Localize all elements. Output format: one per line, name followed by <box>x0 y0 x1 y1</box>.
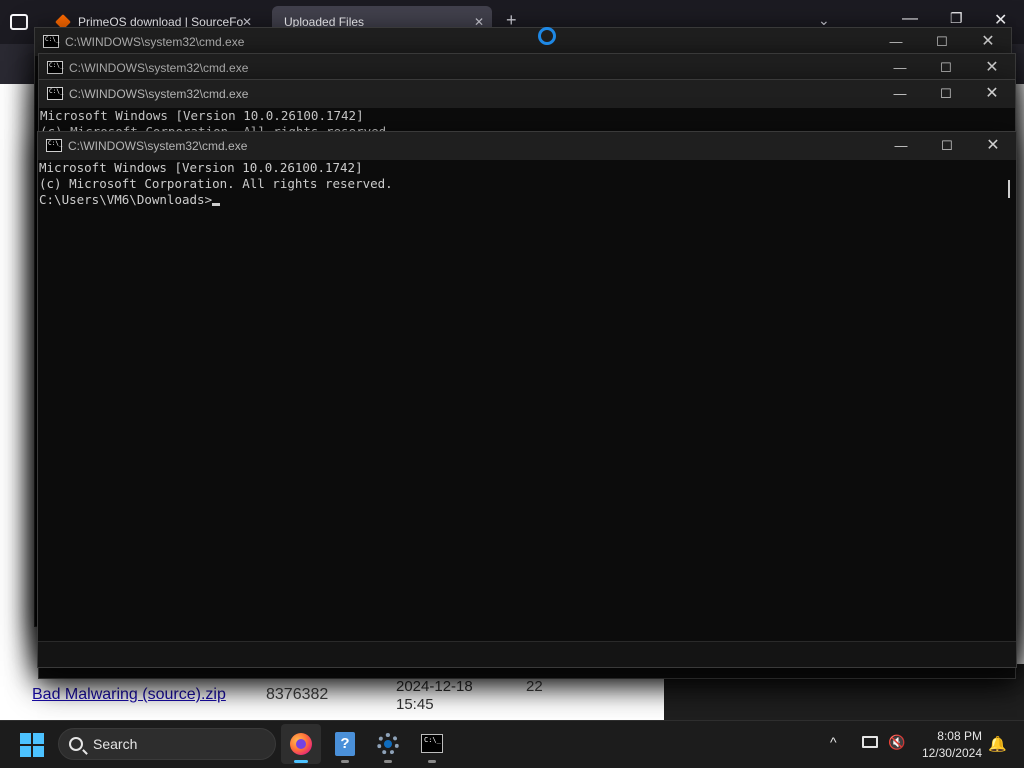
volume-muted-icon[interactable]: 🔇 <box>888 734 905 751</box>
running-indicator <box>294 760 308 763</box>
browser-maximize-button[interactable]: ❐ <box>950 10 963 27</box>
close-button[interactable]: ✕ <box>969 54 1015 82</box>
cmd-window-active[interactable]: C:\_ C:\WINDOWS\system32\cmd.exe — ☐ ✕ M… <box>37 131 1017 668</box>
help-icon: ? <box>335 732 355 756</box>
cmd-window-title: C:\WINDOWS\system32\cmd.exe <box>68 139 248 153</box>
maximize-button[interactable]: ☐ <box>923 80 969 108</box>
cmd-app-icon: C:\_ <box>47 61 63 74</box>
cmd-title-bar[interactable]: C:\_ C:\WINDOWS\system32\cmd.exe — ☐ ✕ <box>39 80 1015 108</box>
tab-list-icon[interactable] <box>10 14 28 30</box>
cmd-window-title: C:\WINDOWS\system32\cmd.exe <box>65 35 245 49</box>
file-size: 8376382 <box>266 686 329 703</box>
taskbar-firefox[interactable] <box>281 724 321 764</box>
cmd-app-icon: C:\_ <box>47 87 63 100</box>
minimize-button[interactable]: — <box>878 132 924 160</box>
file-date-day: 2024-12-18 <box>396 678 473 695</box>
console-line: Microsoft Windows [Version 10.0.26100.17… <box>40 108 364 123</box>
taskbar-help[interactable]: ? <box>325 724 365 764</box>
text-cursor <box>212 203 221 206</box>
console-line: Microsoft Windows [Version 10.0.26100.17… <box>39 160 363 175</box>
file-download-link[interactable]: Bad Malwaring (source).zip <box>32 686 226 704</box>
clock-date[interactable]: 12/30/2024 <box>906 746 982 760</box>
console-prompt-line[interactable]: C:\Users\VM6\Downloads> <box>39 192 1016 208</box>
cmd-window-title: C:\WINDOWS\system32\cmd.exe <box>69 61 249 75</box>
search-label: Search <box>93 736 138 752</box>
console-line: (c) Microsoft Corporation. All rights re… <box>39 176 393 191</box>
running-indicator <box>428 760 436 763</box>
console-prompt: C:\Users\VM6\Downloads> <box>39 192 213 207</box>
console-output[interactable]: Microsoft Windows [Version 10.0.26100.17… <box>38 160 1016 208</box>
taskbar-settings[interactable] <box>368 724 408 764</box>
minimize-button[interactable]: — <box>873 28 919 56</box>
file-download-count: 22 <box>526 678 543 695</box>
browser-minimize-button[interactable]: — <box>902 10 918 28</box>
close-button[interactable]: ✕ <box>969 80 1015 108</box>
maximize-button[interactable]: ☐ <box>923 54 969 82</box>
cmd-title-bar[interactable]: C:\_ C:\WINDOWS\system32\cmd.exe — ☐ ✕ <box>38 132 1016 160</box>
windows-logo-icon <box>20 733 31 744</box>
search-icon <box>69 737 83 751</box>
minimize-button[interactable]: — <box>877 54 923 82</box>
scrollbar-thumb[interactable] <box>1008 180 1010 198</box>
notification-bell-icon[interactable]: 🔔 <box>988 735 1007 753</box>
windows-logo-pane <box>33 733 44 744</box>
firefox-icon <box>290 733 312 755</box>
minimize-button[interactable]: — <box>877 80 923 108</box>
taskbar-terminal[interactable]: C:\_ <box>412 724 452 764</box>
running-indicator <box>341 760 349 763</box>
loading-ring-icon <box>538 27 556 45</box>
cmd-title-bar[interactable]: C:\_ C:\WINDOWS\system32\cmd.exe — ☐ ✕ <box>35 28 1011 56</box>
maximize-button[interactable]: ☐ <box>919 28 965 56</box>
cmd-app-icon: C:\_ <box>46 139 62 152</box>
cmd-app-icon: C:\_ <box>43 35 59 48</box>
maximize-button[interactable]: ☐ <box>924 132 970 160</box>
file-date-time: 15:45 <box>396 696 434 713</box>
show-hidden-icons-chevron-icon[interactable]: ^ <box>830 734 837 750</box>
taskbar-search[interactable]: Search <box>58 728 276 760</box>
close-button[interactable]: ✕ <box>970 132 1016 160</box>
terminal-icon: C:\_ <box>421 734 443 753</box>
running-indicator <box>384 760 392 763</box>
cmd-title-bar[interactable]: C:\_ C:\WINDOWS\system32\cmd.exe — ☐ ✕ <box>39 54 1015 82</box>
file-date: 2024-12-18 15:45 <box>396 678 473 714</box>
windows-logo-pane <box>20 746 31 757</box>
close-button[interactable]: ✕ <box>965 28 1011 56</box>
clock-time[interactable]: 8:08 PM <box>912 729 982 743</box>
windows-logo-pane <box>33 746 44 757</box>
cmd-window-title: C:\WINDOWS\system32\cmd.exe <box>69 87 249 101</box>
cmd-bottom-edge <box>38 641 1016 667</box>
start-button[interactable] <box>20 733 44 757</box>
settings-gear-icon <box>377 733 399 755</box>
network-icon[interactable] <box>862 736 878 748</box>
